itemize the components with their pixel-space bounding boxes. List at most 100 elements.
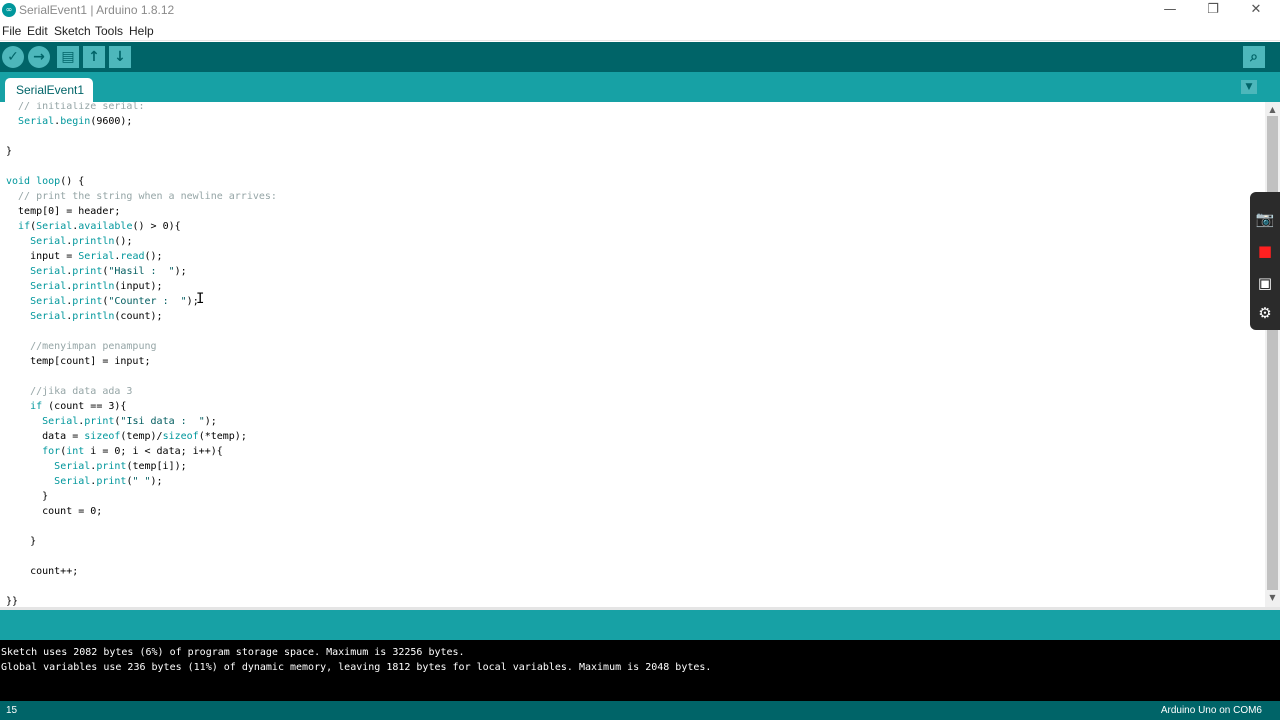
board-port-label: Arduino Uno on COM6 xyxy=(1160,705,1262,716)
code-line: count = 0; xyxy=(6,504,102,519)
code-line: } xyxy=(6,144,12,159)
code-line: Serial.print("Isi data : "); xyxy=(6,414,217,429)
code-line: if (count == 3){ xyxy=(6,399,126,414)
line-number: 15 xyxy=(6,705,18,716)
upload-button[interactable]: → xyxy=(28,46,50,68)
code-token: Serial xyxy=(42,416,79,427)
code-editor[interactable]: // initialize serial: Serial.begin(9600)… xyxy=(0,102,1265,607)
code-token: "Hasil : " xyxy=(108,266,175,277)
code-line: Serial.println(input); xyxy=(6,279,162,294)
code-token: for xyxy=(42,446,61,457)
code-token: () { xyxy=(60,176,85,187)
code-line: Serial.print(temp[i]); xyxy=(6,459,186,474)
code-line: count++; xyxy=(6,564,78,579)
code-token: count = 0; xyxy=(6,506,103,517)
code-token: println xyxy=(72,311,115,322)
code-line: Serial.begin(9600); xyxy=(6,114,132,129)
code-token: }} xyxy=(6,596,19,607)
verify-button[interactable]: ✓ xyxy=(2,46,24,68)
code-token: (); xyxy=(114,236,133,247)
code-token: temp[0] = header; xyxy=(6,206,121,217)
record-icon[interactable]: ■ xyxy=(1254,240,1276,262)
code-line: for(int i = 0; i < data; i++){ xyxy=(6,444,223,459)
code-token: Serial xyxy=(30,311,67,322)
code-line: temp[0] = header; xyxy=(6,204,120,219)
code-token: Serial xyxy=(30,236,67,247)
code-line: //jika data ada 3 xyxy=(6,384,132,399)
console-line: Sketch uses 2082 bytes (6%) of program s… xyxy=(1,647,465,658)
arrow-up-icon: ↑ xyxy=(88,49,100,65)
capture-widget: 📷 ■ ▣ ⚙ xyxy=(1250,192,1280,330)
code-line: if(Serial.available() > 0){ xyxy=(6,219,181,234)
status-strip xyxy=(0,610,1280,640)
code-token: int xyxy=(66,446,85,457)
menu-sketch[interactable]: Sketch xyxy=(54,24,91,38)
save-sketch-button[interactable]: ↓ xyxy=(109,46,131,68)
menu-edit[interactable]: Edit xyxy=(27,24,48,38)
code-token: sizeof xyxy=(84,431,121,442)
scroll-thumb[interactable] xyxy=(1267,116,1278,590)
arrow-right-icon: → xyxy=(33,49,45,65)
code-token: void xyxy=(6,176,31,187)
settings-icon[interactable]: ⚙ xyxy=(1254,302,1276,324)
code-token: () > 0){ xyxy=(132,221,181,232)
code-line: Serial.print("Counter : "); xyxy=(6,294,199,309)
code-token: ); xyxy=(174,266,187,277)
tab-label: SerialEvent1 xyxy=(16,83,85,97)
code-token: i = 0; i < data; i++){ xyxy=(84,446,223,457)
tab-serialevent1[interactable]: SerialEvent1 xyxy=(5,78,93,102)
window-title: SerialEvent1 | Arduino 1.8.12 xyxy=(19,3,175,17)
tab-menu-button[interactable]: ▼ xyxy=(1241,80,1257,94)
title-bar: ∞ SerialEvent1 | Arduino 1.8.12 — ❐ ✕ xyxy=(0,0,1280,21)
code-token: Serial xyxy=(18,116,55,127)
code-token: available xyxy=(78,221,133,232)
code-token: count++; xyxy=(6,566,79,577)
code-line: // print the string when a newline arriv… xyxy=(6,189,277,204)
code-line: Serial.print("Hasil : "); xyxy=(6,264,187,279)
code-line: void loop() { xyxy=(6,174,84,189)
editor-scrollbar[interactable]: ▲ ▼ xyxy=(1265,102,1280,607)
code-token: (); xyxy=(144,251,163,262)
code-line: }} xyxy=(6,594,18,607)
menu-file[interactable]: File xyxy=(2,24,21,38)
code-token: read xyxy=(120,251,145,262)
code-line: } xyxy=(6,489,48,504)
code-token: input = xyxy=(6,251,79,262)
new-sketch-button[interactable]: ▤ xyxy=(57,46,79,68)
code-token: } xyxy=(6,491,49,502)
camera-icon[interactable]: 📷 xyxy=(1254,208,1276,230)
menu-tools[interactable]: Tools xyxy=(95,24,123,38)
minimize-button[interactable]: — xyxy=(1148,0,1192,21)
chevron-down-icon: ▼ xyxy=(1245,82,1253,92)
code-token: ); xyxy=(150,476,163,487)
scroll-down-icon[interactable]: ▼ xyxy=(1265,592,1280,604)
gallery-icon[interactable]: ▣ xyxy=(1254,272,1276,294)
menu-help[interactable]: Help xyxy=(129,24,154,38)
code-token: Serial xyxy=(30,281,67,292)
scroll-up-icon[interactable]: ▲ xyxy=(1265,104,1280,116)
new-file-icon: ▤ xyxy=(61,49,75,65)
code-token: print xyxy=(96,476,127,487)
footer-bar: 15 Arduino Uno on COM6 xyxy=(0,701,1280,720)
code-token: (*temp); xyxy=(198,431,247,442)
open-sketch-button[interactable]: ↑ xyxy=(83,46,105,68)
code-token: ); xyxy=(204,416,217,427)
code-token: sizeof xyxy=(162,431,199,442)
code-token: (9600); xyxy=(90,116,133,127)
close-button[interactable]: ✕ xyxy=(1234,0,1278,21)
maximize-button[interactable]: ❐ xyxy=(1191,0,1235,21)
code-line: // initialize serial: xyxy=(6,102,144,114)
code-line: //menyimpan penampung xyxy=(6,339,156,354)
code-token: if xyxy=(30,401,43,412)
code-token: println xyxy=(72,236,115,247)
console-output[interactable]: Sketch uses 2082 bytes (6%) of program s… xyxy=(0,640,1280,701)
serial-monitor-button[interactable]: ⌕ xyxy=(1243,46,1265,68)
code-token: (count); xyxy=(114,311,163,322)
code-token: // initialize serial: xyxy=(6,102,145,112)
code-token: print xyxy=(96,461,127,472)
